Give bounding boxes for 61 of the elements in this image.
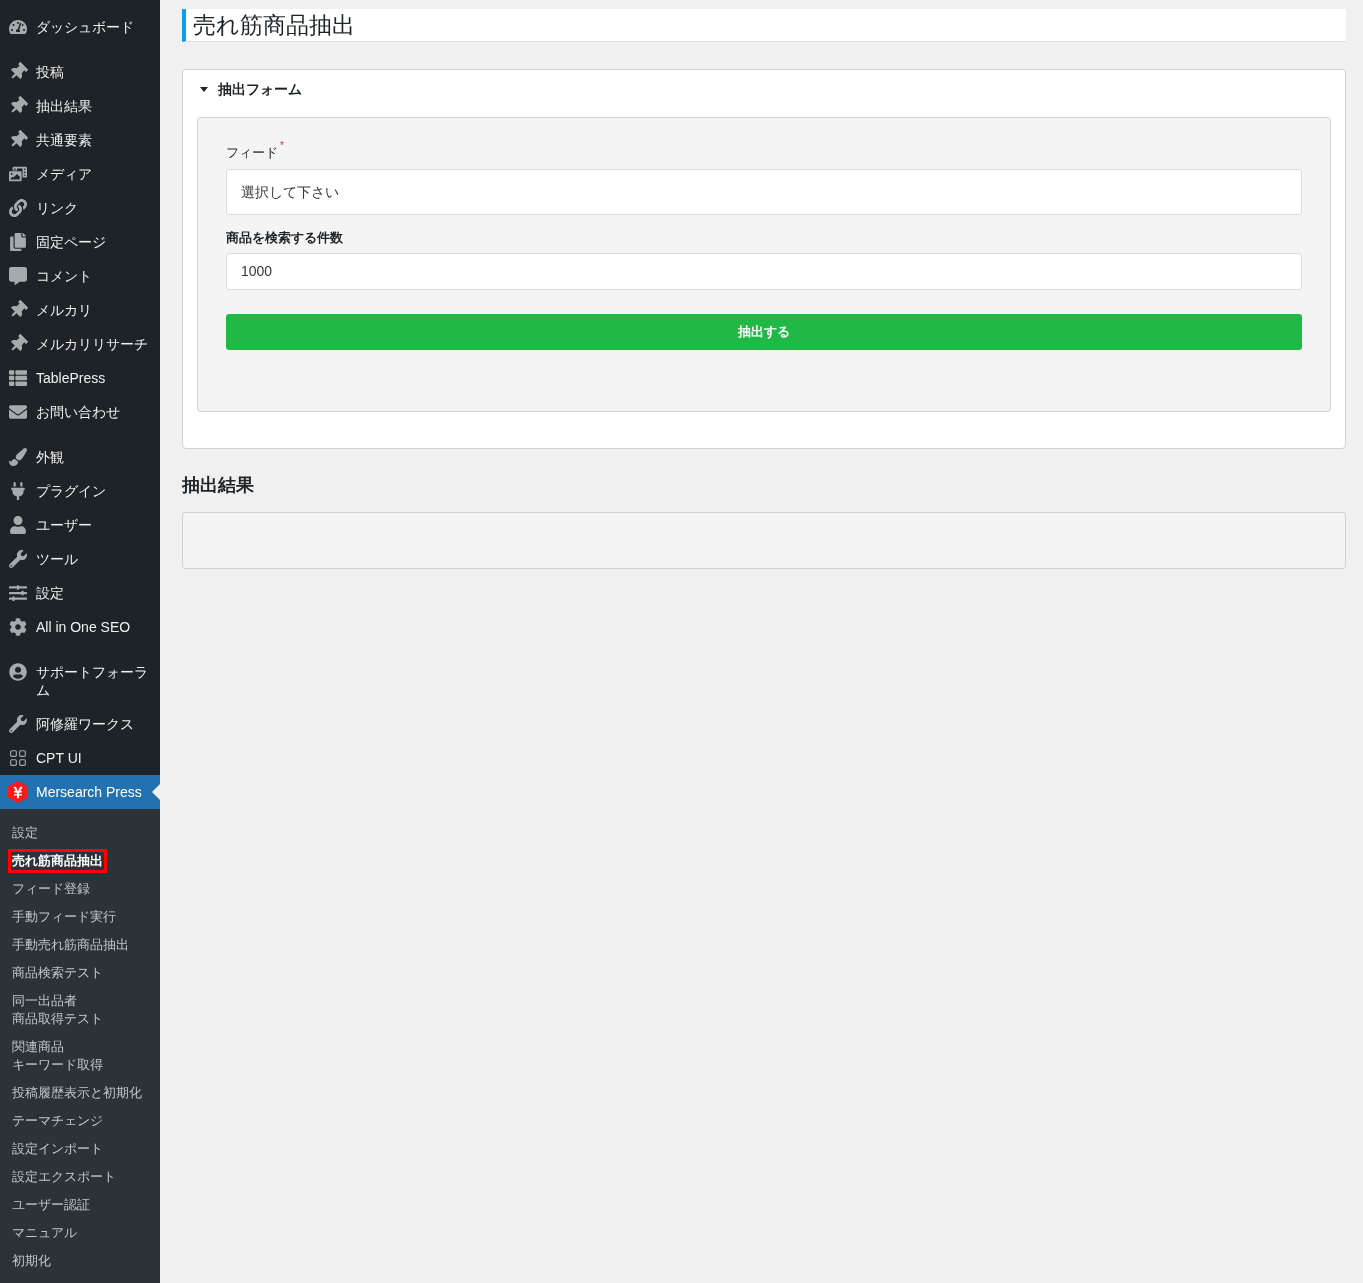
envelope-icon: [9, 403, 27, 421]
plug-icon: [9, 482, 27, 500]
menu-item[interactable]: コメント: [0, 259, 160, 293]
field-label: 商品を検索する件数: [226, 229, 343, 247]
wrench-icon: [9, 550, 27, 568]
menu-item[interactable]: All in One SEO: [0, 610, 160, 644]
submenu-item[interactable]: テーマチェンジ: [12, 1112, 103, 1130]
list-icon: [9, 369, 27, 387]
wrench-icon: [9, 715, 27, 733]
field-label: フィード: [226, 144, 278, 162]
menu-item[interactable]: 固定ページ: [0, 225, 160, 259]
pointer-arrow-icon: [152, 784, 160, 800]
menu-item[interactable]: ダッシュボード: [0, 10, 160, 44]
submenu-item[interactable]: 設定: [12, 824, 38, 842]
sliders-icon: [9, 584, 27, 602]
gauge-icon: [9, 18, 27, 36]
speech-bubble-icon: [9, 267, 27, 285]
menu-item[interactable]: ツール: [0, 542, 160, 576]
menu-item[interactable]: CPT UI: [0, 741, 160, 775]
menu-item[interactable]: 外観: [0, 440, 160, 474]
user-icon: [9, 516, 27, 534]
required-mark: *: [280, 141, 284, 151]
menu-item[interactable]: プラグイン: [0, 474, 160, 508]
media-icon: [9, 165, 27, 183]
menu-item[interactable]: Mersearch Press: [0, 775, 160, 809]
submenu-item[interactable]: 同一出品者 商品取得テスト: [12, 992, 103, 1028]
menu-item[interactable]: 設定: [0, 576, 160, 610]
page-title: 売れ筋商品抽出: [193, 11, 355, 39]
select-field[interactable]: 選択して下さい: [226, 169, 1302, 215]
pages-icon: [9, 233, 27, 251]
submenu-item[interactable]: マニュアル: [12, 1224, 77, 1242]
menu-item[interactable]: 共通要素: [0, 123, 160, 157]
grid-icon: [9, 749, 27, 767]
gear-icon: [9, 618, 27, 636]
menu-item[interactable]: メルカリリサーチ: [0, 327, 160, 361]
menu-item[interactable]: 抽出結果: [0, 89, 160, 123]
menu-item[interactable]: リンク: [0, 191, 160, 225]
menu-item[interactable]: メディア: [0, 157, 160, 191]
menu-item[interactable]: TablePress: [0, 361, 160, 395]
menu-item[interactable]: 阿修羅ワークス: [0, 707, 160, 741]
results-heading: 抽出結果: [182, 474, 255, 496]
submenu-item[interactable]: 初期化: [12, 1252, 51, 1270]
submenu-item[interactable]: 投稿履歴表示と初期化: [12, 1084, 142, 1102]
number-field[interactable]: 1000: [226, 253, 1302, 290]
submenu-item[interactable]: 商品検索テスト: [12, 964, 103, 982]
submenu-item[interactable]: 手動売れ筋商品抽出: [12, 936, 129, 954]
menu-item[interactable]: サポートフォーラム: [0, 655, 160, 707]
submenu-item[interactable]: フィード登録: [12, 880, 90, 898]
submenu-item[interactable]: 売れ筋商品抽出: [8, 849, 107, 873]
menu-item[interactable]: ユーザー: [0, 508, 160, 542]
menu-item[interactable]: お問い合わせ: [0, 395, 160, 429]
paintbrush-icon: [9, 448, 27, 466]
submenu-item[interactable]: 設定エクスポート: [12, 1168, 116, 1186]
menu-item[interactable]: メルカリ: [0, 293, 160, 327]
submenu-item[interactable]: 手動フィード実行: [12, 908, 116, 926]
menu-item[interactable]: 投稿: [0, 55, 160, 89]
link-icon: [9, 199, 27, 217]
submenu-item[interactable]: 関連商品 キーワード取得: [12, 1038, 103, 1074]
submenu-item[interactable]: 設定インポート: [12, 1140, 103, 1158]
form-toggle[interactable]: 抽出フォーム: [183, 70, 302, 109]
submenu-item[interactable]: ユーザー認証: [12, 1196, 90, 1214]
